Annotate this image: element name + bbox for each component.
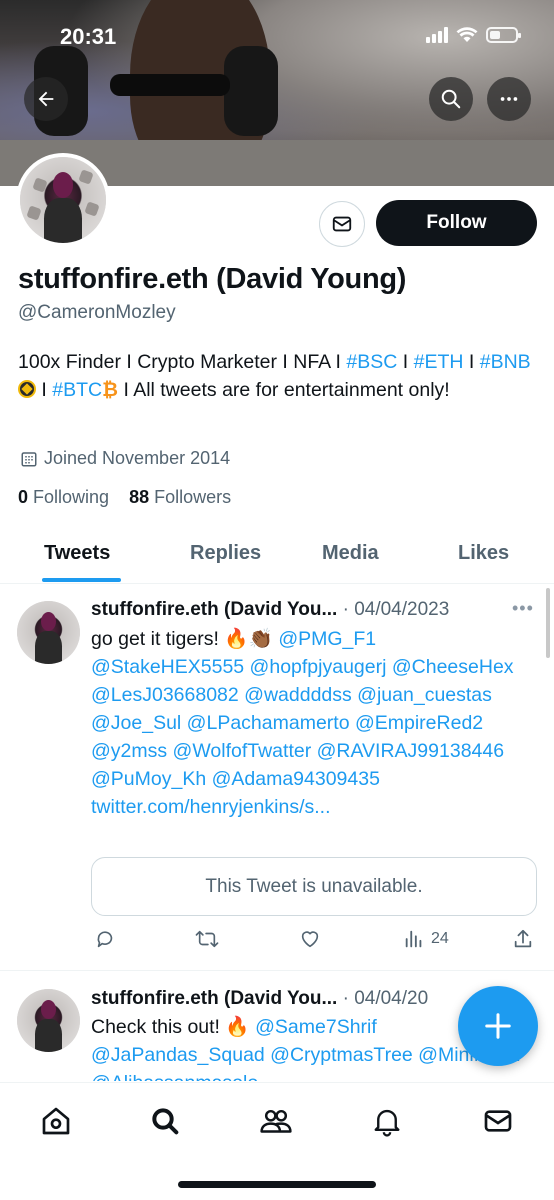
follow-stats: 0 Following 88 Followers	[18, 487, 231, 508]
tab-replies[interactable]: Replies	[190, 542, 261, 565]
message-button[interactable]	[319, 201, 365, 247]
views-button[interactable]: 24	[403, 928, 449, 950]
hashtag-bsc[interactable]: #BSC	[346, 351, 397, 373]
profile-name: stuffonfire.eth (David Young)	[18, 263, 407, 295]
bnb-icon	[18, 380, 36, 398]
quoted-tweet-unavailable: This Tweet is unavailable.	[91, 857, 537, 916]
tweet-actions: 24	[0, 928, 554, 954]
nav-home[interactable]	[38, 1103, 74, 1139]
profile-avatar[interactable]	[16, 153, 110, 247]
bio-separator: I	[397, 351, 414, 373]
share-button[interactable]	[512, 928, 534, 950]
signal-icon	[426, 27, 448, 43]
tweet-text: go get it tigers! 🔥👏🏾 @PMG_F1 @StakeHEX5…	[91, 625, 531, 821]
bio-separator: I	[463, 351, 480, 373]
status-time: 20:31	[60, 24, 117, 49]
reply-button[interactable]	[94, 928, 116, 950]
retweet-button[interactable]	[194, 928, 220, 950]
views-count: 24	[431, 930, 449, 947]
reply-icon	[97, 931, 113, 948]
tab-tweets[interactable]: Tweets	[44, 542, 110, 565]
back-button[interactable]	[24, 77, 68, 121]
bio-text: 100x Finder I Crypto Marketer I NFA I	[18, 351, 347, 373]
calendar-icon	[21, 451, 37, 466]
tweet-mentions[interactable]: @PMG_F1 @StakeHEX5555 @hopfpjyaugerj @Ch…	[91, 628, 514, 818]
joined-date: Joined November 2014	[20, 448, 230, 469]
bio-text-end: I All tweets are for entertainment only!	[118, 379, 450, 401]
mail-icon	[484, 1110, 512, 1132]
following-link[interactable]: 0 Following	[18, 487, 109, 507]
tweet-more-button[interactable]: •••	[512, 598, 534, 619]
tweet-date: · 04/04/2023	[342, 599, 450, 620]
hashtag-bnb[interactable]: #BNB	[480, 351, 531, 373]
tweet-header: stuffonfire.eth (David You... · 04/04/20	[91, 988, 428, 1010]
battery-icon	[486, 27, 521, 43]
nav-messages[interactable]	[480, 1103, 516, 1139]
tweet-content: go get it tigers! 🔥👏🏾	[91, 628, 273, 650]
profile-handle: @CameronMozley	[18, 302, 176, 323]
nav-communities[interactable]	[258, 1103, 294, 1139]
tweet-author[interactable]: stuffonfire.eth (David You...	[91, 599, 337, 620]
search-button[interactable]	[429, 77, 473, 121]
retweet-icon	[195, 930, 219, 948]
tweet-date: · 04/04/20	[342, 988, 429, 1009]
arrow-left-icon	[38, 91, 54, 107]
search-icon	[152, 1108, 179, 1135]
search-icon	[441, 89, 461, 109]
profile-bio: 100x Finder I Crypto Marketer I NFA I #B…	[18, 348, 538, 404]
tweet-divider	[0, 970, 554, 971]
profile-tabs: Tweets Replies Media Likes	[0, 530, 554, 584]
tweet-content: Check this out! 🔥	[91, 1016, 250, 1038]
scrollbar[interactable]	[546, 588, 550, 658]
nav-search[interactable]	[147, 1103, 183, 1139]
wifi-icon	[456, 27, 478, 42]
tab-likes[interactable]: Likes	[458, 542, 509, 565]
followers-link[interactable]: 88 Followers	[129, 487, 231, 507]
tab-media[interactable]: Media	[322, 542, 379, 565]
hashtag-btc[interactable]: #BTC	[52, 379, 102, 401]
communities-icon	[260, 1109, 292, 1133]
like-button[interactable]	[299, 928, 321, 950]
joined-text: Joined November 2014	[44, 448, 231, 468]
nav-notifications[interactable]	[369, 1103, 405, 1139]
home-indicator[interactable]	[178, 1181, 376, 1188]
follow-button[interactable]: Follow	[376, 200, 537, 246]
bitcoin-icon: ₿	[102, 379, 119, 401]
more-button[interactable]	[487, 77, 531, 121]
status-bar: 20:31	[0, 0, 554, 70]
envelope-icon	[332, 216, 352, 232]
heart-icon	[301, 931, 319, 948]
more-icon	[500, 97, 518, 101]
tweet-avatar[interactable]	[17, 989, 80, 1052]
tweet-avatar[interactable]	[17, 601, 80, 664]
hashtag-eth[interactable]: #ETH	[414, 351, 464, 373]
plus-icon	[485, 1013, 511, 1039]
active-tab-indicator	[42, 578, 121, 582]
home-icon	[42, 1107, 70, 1135]
views-icon	[405, 930, 422, 948]
bell-icon	[374, 1109, 400, 1137]
compose-button[interactable]	[458, 986, 538, 1066]
share-icon	[514, 929, 532, 948]
tweet-author[interactable]: stuffonfire.eth (David You...	[91, 988, 337, 1009]
bio-separator: I	[36, 379, 53, 401]
tweet-header: stuffonfire.eth (David You... · 04/04/20…	[91, 599, 449, 621]
